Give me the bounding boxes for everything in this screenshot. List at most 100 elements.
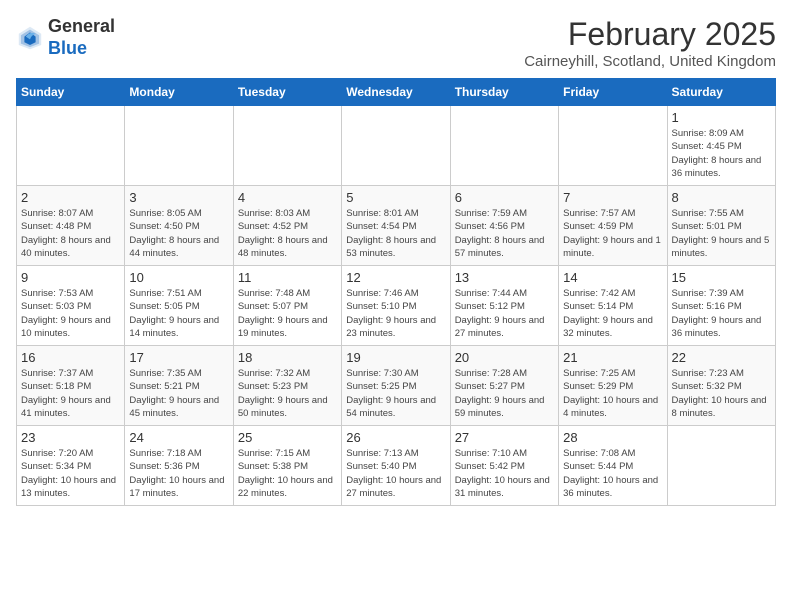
day-number: 20 [455, 350, 554, 365]
day-info: Sunrise: 7:30 AM Sunset: 5:25 PM Dayligh… [346, 367, 445, 420]
day-number: 10 [129, 270, 228, 285]
calendar-cell: 12Sunrise: 7:46 AM Sunset: 5:10 PM Dayli… [342, 266, 450, 346]
calendar-cell [233, 106, 341, 186]
day-number: 1 [672, 110, 771, 125]
calendar-cell: 10 Sunrise: 7:51 AM Sunset: 5:05 PM Dayli… [125, 266, 233, 346]
calendar-cell: 11 Sunrise: 7:48 AM Sunset: 5:07 PM Dayli… [233, 266, 341, 346]
day-info: Sunrise: 7:10 AM Sunset: 5:42 PM Dayligh… [455, 447, 554, 500]
logo-icon [16, 24, 44, 52]
day-number: 13 [455, 270, 554, 285]
day-number: 11 [238, 270, 337, 285]
day-info: Sunrise: 8:05 AM Sunset: 4:50 PM Dayligh… [129, 207, 228, 260]
day-info: Sunrise: 7:20 AM Sunset: 5:34 PM Dayligh… [21, 447, 120, 500]
day-info: Sunrise: 7:39 AM Sunset: 5:16 PM Dayligh… [672, 287, 771, 340]
day-info: Sunrise: 7:18 AM Sunset: 5:36 PM Dayligh… [129, 447, 228, 500]
main-title: February 2025 [524, 16, 776, 53]
day-number: 18 [238, 350, 337, 365]
day-number: 27 [455, 430, 554, 445]
day-info: Sunrise: 7:25 AM Sunset: 5:29 PM Dayligh… [563, 367, 662, 420]
day-info: Sunrise: 7:08 AM Sunset: 5:44 PM Dayligh… [563, 447, 662, 500]
day-info: Sunrise: 7:48 AM Sunset: 5:07 PM Dayligh… [238, 287, 337, 340]
calendar-cell: 18 Sunrise: 7:32 AM Sunset: 5:23 PM Dayli… [233, 346, 341, 426]
calendar-cell: 3 Sunrise: 8:05 AM Sunset: 4:50 PM Daylig… [125, 186, 233, 266]
day-number: 3 [129, 190, 228, 205]
day-info: Sunrise: 8:01 AM Sunset: 4:54 PM Dayligh… [346, 207, 445, 260]
day-info: Sunrise: 7:44 AM Sunset: 5:12 PM Dayligh… [455, 287, 554, 340]
calendar-cell: 16 Sunrise: 7:37 AM Sunset: 5:18 PM Dayli… [17, 346, 125, 426]
weekday-header-thursday: Thursday [450, 79, 558, 106]
calendar-cell [667, 426, 775, 506]
calendar-cell: 17 Sunrise: 7:35 AM Sunset: 5:21 PM Dayli… [125, 346, 233, 426]
day-number: 6 [455, 190, 554, 205]
logo: General Blue [16, 16, 115, 59]
calendar-week-2: 2Sunrise: 8:07 AM Sunset: 4:48 PM Daylig… [17, 186, 776, 266]
calendar-cell: 6 Sunrise: 7:59 AM Sunset: 4:56 PM Daylig… [450, 186, 558, 266]
calendar-cell [342, 106, 450, 186]
day-info: Sunrise: 7:46 AM Sunset: 5:10 PM Dayligh… [346, 287, 445, 340]
title-area: February 2025 Cairneyhill, Scotland, Uni… [524, 16, 776, 70]
calendar-cell: 21 Sunrise: 7:25 AM Sunset: 5:29 PM Dayli… [559, 346, 667, 426]
calendar-cell: 14 Sunrise: 7:42 AM Sunset: 5:14 PM Dayli… [559, 266, 667, 346]
day-info: Sunrise: 7:57 AM Sunset: 4:59 PM Dayligh… [563, 207, 662, 260]
calendar-week-1: 1 Sunrise: 8:09 AM Sunset: 4:45 PM Daylig… [17, 106, 776, 186]
day-number: 22 [672, 350, 771, 365]
calendar-cell: 28 Sunrise: 7:08 AM Sunset: 5:44 PM Dayli… [559, 426, 667, 506]
calendar-cell: 8 Sunrise: 7:55 AM Sunset: 5:01 PM Daylig… [667, 186, 775, 266]
day-number: 23 [21, 430, 120, 445]
calendar-cell: 5Sunrise: 8:01 AM Sunset: 4:54 PM Daylig… [342, 186, 450, 266]
day-number: 16 [21, 350, 120, 365]
day-info: Sunrise: 7:37 AM Sunset: 5:18 PM Dayligh… [21, 367, 120, 420]
calendar-cell: 19Sunrise: 7:30 AM Sunset: 5:25 PM Dayli… [342, 346, 450, 426]
calendar-cell: 20Sunrise: 7:28 AM Sunset: 5:27 PM Dayli… [450, 346, 558, 426]
weekday-header-tuesday: Tuesday [233, 79, 341, 106]
day-number: 9 [21, 270, 120, 285]
calendar-cell: 2Sunrise: 8:07 AM Sunset: 4:48 PM Daylig… [17, 186, 125, 266]
calendar-cell: 15 Sunrise: 7:39 AM Sunset: 5:16 PM Dayli… [667, 266, 775, 346]
day-info: Sunrise: 7:13 AM Sunset: 5:40 PM Dayligh… [346, 447, 445, 500]
calendar-cell: 13 Sunrise: 7:44 AM Sunset: 5:12 PM Dayli… [450, 266, 558, 346]
header: General Blue February 2025 Cairneyhill, … [16, 16, 776, 70]
calendar-week-5: 23 Sunrise: 7:20 AM Sunset: 5:34 PM Dayli… [17, 426, 776, 506]
calendar-week-3: 9 Sunrise: 7:53 AM Sunset: 5:03 PM Daylig… [17, 266, 776, 346]
day-number: 8 [672, 190, 771, 205]
day-number: 14 [563, 270, 662, 285]
calendar-cell: 22 Sunrise: 7:23 AM Sunset: 5:32 PM Dayli… [667, 346, 775, 426]
day-info: Sunrise: 7:15 AM Sunset: 5:38 PM Dayligh… [238, 447, 337, 500]
day-number: 21 [563, 350, 662, 365]
day-info: Sunrise: 7:53 AM Sunset: 5:03 PM Dayligh… [21, 287, 120, 340]
day-number: 24 [129, 430, 228, 445]
calendar-cell [17, 106, 125, 186]
calendar-cell: 9 Sunrise: 7:53 AM Sunset: 5:03 PM Daylig… [17, 266, 125, 346]
calendar-cell: 7 Sunrise: 7:57 AM Sunset: 4:59 PM Daylig… [559, 186, 667, 266]
day-info: Sunrise: 7:32 AM Sunset: 5:23 PM Dayligh… [238, 367, 337, 420]
day-info: Sunrise: 7:51 AM Sunset: 5:05 PM Dayligh… [129, 287, 228, 340]
day-info: Sunrise: 7:59 AM Sunset: 4:56 PM Dayligh… [455, 207, 554, 260]
calendar-cell: 1 Sunrise: 8:09 AM Sunset: 4:45 PM Daylig… [667, 106, 775, 186]
day-number: 17 [129, 350, 228, 365]
weekday-header-wednesday: Wednesday [342, 79, 450, 106]
weekday-header-friday: Friday [559, 79, 667, 106]
day-number: 25 [238, 430, 337, 445]
weekday-header-row: SundayMondayTuesdayWednesdayThursdayFrid… [17, 79, 776, 106]
day-info: Sunrise: 7:55 AM Sunset: 5:01 PM Dayligh… [672, 207, 771, 260]
day-number: 2 [21, 190, 120, 205]
calendar-cell: 26Sunrise: 7:13 AM Sunset: 5:40 PM Dayli… [342, 426, 450, 506]
day-number: 15 [672, 270, 771, 285]
logo-text: General Blue [48, 16, 115, 59]
weekday-header-sunday: Sunday [17, 79, 125, 106]
weekday-header-monday: Monday [125, 79, 233, 106]
day-info: Sunrise: 7:23 AM Sunset: 5:32 PM Dayligh… [672, 367, 771, 420]
day-info: Sunrise: 7:42 AM Sunset: 5:14 PM Dayligh… [563, 287, 662, 340]
weekday-header-saturday: Saturday [667, 79, 775, 106]
calendar-cell [559, 106, 667, 186]
calendar-cell [450, 106, 558, 186]
day-number: 4 [238, 190, 337, 205]
day-info: Sunrise: 7:35 AM Sunset: 5:21 PM Dayligh… [129, 367, 228, 420]
day-number: 28 [563, 430, 662, 445]
calendar-cell: 4Sunrise: 8:03 AM Sunset: 4:52 PM Daylig… [233, 186, 341, 266]
calendar-cell: 24 Sunrise: 7:18 AM Sunset: 5:36 PM Dayli… [125, 426, 233, 506]
calendar-cell: 23 Sunrise: 7:20 AM Sunset: 5:34 PM Dayli… [17, 426, 125, 506]
calendar-table: SundayMondayTuesdayWednesdayThursdayFrid… [16, 78, 776, 506]
day-number: 7 [563, 190, 662, 205]
day-info: Sunrise: 8:09 AM Sunset: 4:45 PM Dayligh… [672, 127, 771, 180]
